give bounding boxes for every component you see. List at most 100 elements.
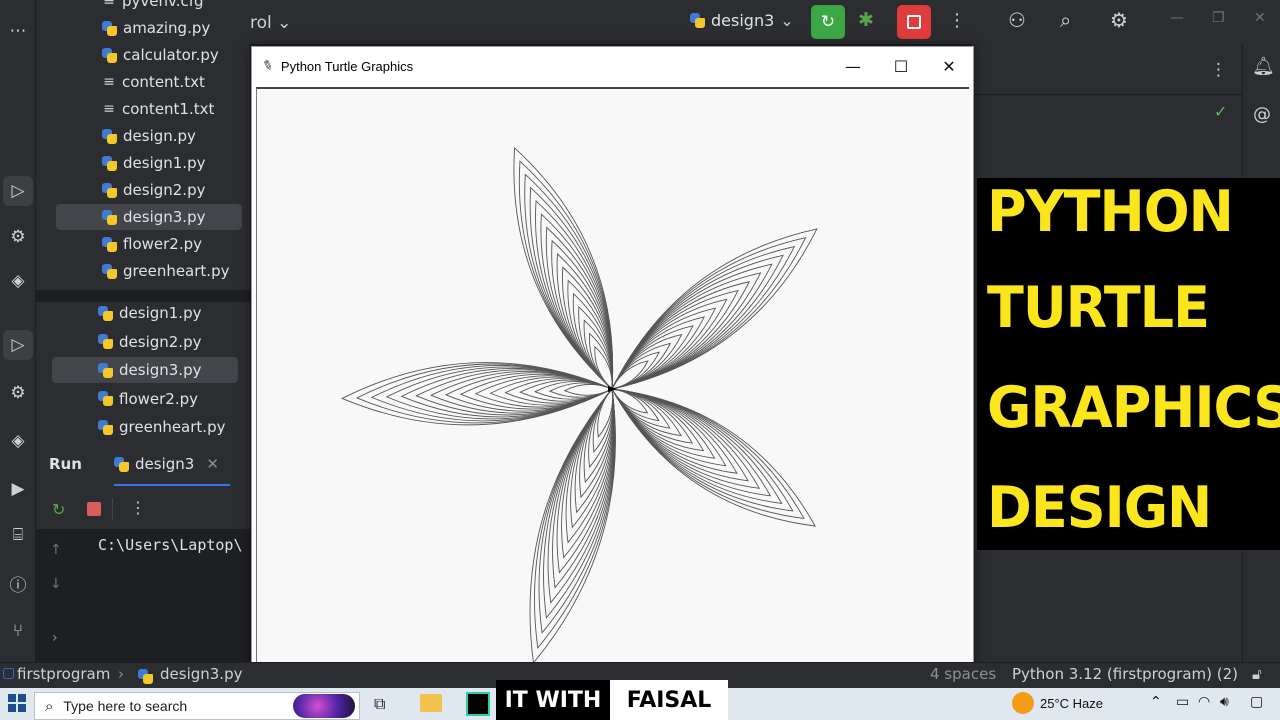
tree-item[interactable]: greenheart.py xyxy=(102,258,229,284)
turtle-titlebar[interactable]: ✎ Python Turtle Graphics — ☐ ✕ xyxy=(252,47,973,85)
services-icon[interactable]: ▶ xyxy=(3,474,33,504)
editor-menu-icon[interactable]: ⋮ xyxy=(1210,60,1227,80)
ai-assistant-icon[interactable]: @ xyxy=(1253,104,1271,125)
weather-text[interactable]: 25°C Haze xyxy=(1040,696,1103,711)
tree-item[interactable]: design3.py xyxy=(56,204,242,230)
petal-outline xyxy=(529,387,616,665)
scroll-up-icon[interactable]: ↑ xyxy=(50,542,62,558)
turtle-canvas[interactable] xyxy=(256,87,969,677)
python-file-icon xyxy=(102,128,117,144)
lock-icon[interactable]: 🔓︎ xyxy=(1252,665,1262,683)
run-panel-title: Run xyxy=(49,455,82,473)
search-icon[interactable]: ⌕ xyxy=(1060,8,1071,32)
add-user-icon[interactable]: ⚇ xyxy=(1008,8,1026,32)
run-tool-icon-2[interactable]: ▷ xyxy=(3,330,33,360)
python-packages-icon[interactable]: ⚙ xyxy=(3,378,33,408)
tree-item[interactable]: ≡ content.txt xyxy=(102,69,205,95)
task-view-icon[interactable]: ⧉ xyxy=(374,694,385,714)
python-file-icon xyxy=(98,362,113,378)
vcs-label: rol xyxy=(250,13,272,33)
volume-icon[interactable]: 🔊︎ xyxy=(1220,694,1229,710)
expand-icon[interactable]: › xyxy=(52,630,58,646)
wifi-icon[interactable]: ◠ xyxy=(1198,694,1210,710)
petal-outline xyxy=(563,383,614,396)
close-tab-icon[interactable]: ✕ xyxy=(206,455,219,473)
stop-icon xyxy=(907,15,921,29)
tree-item[interactable]: design2.py xyxy=(98,329,201,355)
battery-icon[interactable]: ▭ xyxy=(1176,694,1189,710)
pycharm-icon[interactable] xyxy=(466,692,490,716)
breadcrumb-project[interactable]: firstprogram xyxy=(17,665,110,683)
tree-item[interactable]: ≡ content1.txt xyxy=(102,96,214,122)
tree-item[interactable]: design3.py xyxy=(52,357,238,383)
start-icon[interactable] xyxy=(8,694,26,712)
rerun-icon[interactable]: ↻ xyxy=(52,500,65,519)
tree-item[interactable]: design1.py xyxy=(102,150,205,176)
more-actions-icon[interactable]: ⋮ xyxy=(948,10,966,31)
tree-item-label: amazing.py xyxy=(123,19,211,37)
notifications-icon[interactable]: 🔔︎ xyxy=(1252,56,1275,77)
more-options-icon[interactable]: ⋮ xyxy=(130,498,146,517)
tree-item-label: flower2.py xyxy=(119,389,198,408)
notification-center-icon[interactable]: ▢ xyxy=(1250,694,1263,710)
close-ide-icon[interactable]: ✕ xyxy=(1254,10,1266,26)
git-icon[interactable]: ⑂ xyxy=(3,616,33,646)
problems-icon[interactable]: ⓘ xyxy=(3,568,33,598)
python-file-icon xyxy=(98,419,113,435)
python-console-icon[interactable]: ⚙ xyxy=(3,222,33,252)
more-icon[interactable]: ⋯ xyxy=(3,16,33,46)
banner-line-2: TURTLE xyxy=(987,274,1210,341)
vcs-widget[interactable]: rol ⌄ xyxy=(250,13,291,33)
maximize-ide-icon[interactable]: ❐ xyxy=(1212,10,1225,26)
tree-item-label: design1.py xyxy=(119,304,202,322)
tree-item[interactable]: flower2.py xyxy=(102,231,202,257)
channel-watermark: IT WITH FAISAL xyxy=(496,680,728,720)
active-tab-underline xyxy=(114,484,230,486)
run-tool-icon[interactable]: ▷ xyxy=(3,176,33,206)
text-file-icon: ≡ xyxy=(103,74,115,90)
run-tab-label: design3 xyxy=(135,455,195,473)
scroll-down-icon[interactable]: ↓ xyxy=(50,576,62,592)
python-file-icon xyxy=(102,209,117,225)
banner-line-3: GRAPHICS xyxy=(987,374,1280,441)
run-tab[interactable]: design3 ✕ xyxy=(114,455,219,473)
minimize-button[interactable]: — xyxy=(829,47,877,85)
tray-chevron-icon[interactable]: ⌃ xyxy=(1150,694,1162,710)
tree-item[interactable]: calculator.py xyxy=(102,42,219,68)
maximize-button[interactable]: ☐ xyxy=(877,47,925,85)
tree-item[interactable]: flower2.py xyxy=(98,386,198,412)
flower-drawing xyxy=(341,146,818,665)
tree-item[interactable]: ≡ pyvenv.cfg xyxy=(102,0,203,14)
tree-item-label: flower2.py xyxy=(123,235,202,253)
breadcrumb-file[interactable]: design3.py xyxy=(160,665,242,683)
taskbar-search[interactable]: ⌕ Type here to search xyxy=(34,692,360,720)
indent-setting[interactable]: 4 spaces xyxy=(930,665,996,683)
tree-item[interactable]: greenheart.py xyxy=(98,414,225,440)
project-icon: ▢ xyxy=(2,665,16,681)
run-toolbar: ↻ ⋮ xyxy=(36,490,250,530)
rerun-button[interactable]: ↻ xyxy=(811,5,845,39)
settings-icon[interactable]: ⚙ xyxy=(1110,8,1128,32)
petal xyxy=(529,387,616,665)
layers-icon[interactable]: ◈ xyxy=(3,266,33,296)
tree-item-label: design2.py xyxy=(119,332,202,351)
tree-item[interactable]: amazing.py xyxy=(102,15,210,41)
tool-window-strip: ⋯ ▷ ⚙ ◈ ▷ ⚙ ◈ ▶ ⌸ ⓘ ⑂ xyxy=(0,0,36,662)
stop-button[interactable] xyxy=(897,5,931,39)
python-file-icon xyxy=(102,47,117,63)
petal-outline xyxy=(611,289,739,390)
python-file-icon xyxy=(102,236,117,252)
stop-icon[interactable] xyxy=(87,502,101,516)
layers-icon-2[interactable]: ◈ xyxy=(3,426,33,456)
debug-icon[interactable]: ✱ xyxy=(858,9,874,31)
minimize-ide-icon[interactable]: — xyxy=(1170,10,1184,26)
close-button[interactable]: ✕ xyxy=(925,47,973,85)
tree-item[interactable]: design2.py xyxy=(102,177,205,203)
interpreter-selector[interactable]: Python 3.12 (firstprogram) (2) xyxy=(1012,665,1238,683)
tree-item[interactable]: design1.py xyxy=(98,300,201,326)
run-config-selector[interactable]: design3 ⌄ xyxy=(690,11,794,30)
file-explorer-icon[interactable] xyxy=(420,694,442,712)
turtle-window[interactable]: ✎ Python Turtle Graphics — ☐ ✕ xyxy=(251,46,974,678)
terminal-icon[interactable]: ⌸ xyxy=(3,520,33,550)
tree-item[interactable]: design.py xyxy=(102,123,196,149)
